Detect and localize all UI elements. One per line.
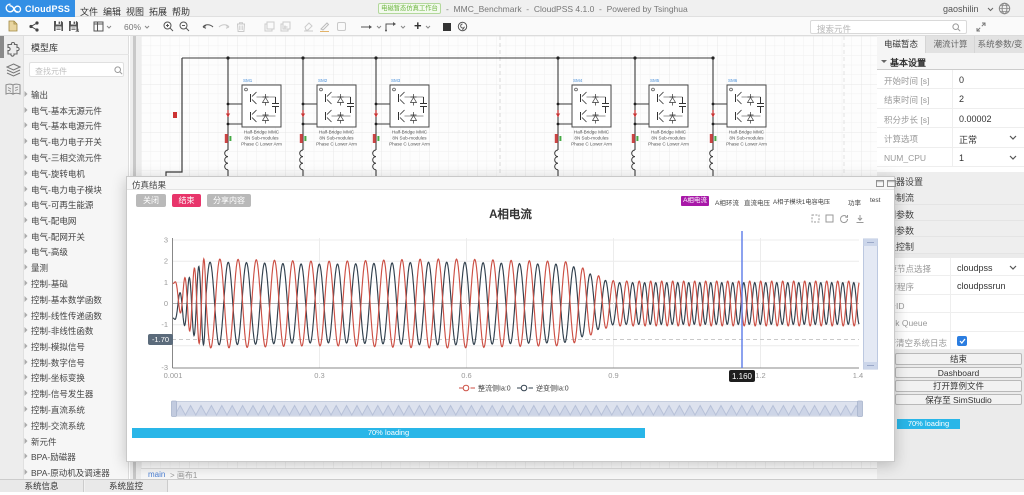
svg-text:Phase C Lower Arm: Phase C Lower Arm	[241, 142, 282, 147]
svg-text:Phase C Lower Arm: Phase C Lower Arm	[726, 142, 767, 147]
svg-text:SM6: SM6	[728, 78, 738, 83]
svg-text:8N Sub-modules: 8N Sub-modules	[574, 136, 609, 141]
svg-text:8N Sub-modules: 8N Sub-modules	[651, 136, 686, 141]
svg-text:1.2: 1.2	[755, 371, 765, 380]
svg-text:SM5: SM5	[650, 78, 660, 83]
svg-text:Phase C Lower Arm: Phase C Lower Arm	[648, 142, 689, 147]
svg-text:逆变侧Ia:0: 逆变侧Ia:0	[536, 384, 569, 393]
svg-text:8N Sub-modules: 8N Sub-modules	[392, 136, 427, 141]
svg-text:2: 2	[164, 257, 168, 266]
svg-text:整流侧Ia:0: 整流侧Ia:0	[478, 384, 511, 393]
svg-text:SM2: SM2	[318, 78, 328, 83]
svg-text:0: 0	[164, 299, 168, 308]
svg-text:8N Sub-modules: 8N Sub-modules	[729, 136, 764, 141]
svg-text:Half-Bridge MMC: Half-Bridge MMC	[651, 130, 687, 135]
svg-text:-1.70: -1.70	[152, 335, 169, 344]
svg-text:8N Sub-modules: 8N Sub-modules	[244, 136, 279, 141]
svg-text:Half-Bridge MMC: Half-Bridge MMC	[574, 130, 610, 135]
svg-text:Phase C Lower Arm: Phase C Lower Arm	[316, 142, 357, 147]
svg-text:0.9: 0.9	[608, 371, 618, 380]
svg-text:Half-Bridge MMC: Half-Bridge MMC	[319, 130, 355, 135]
svg-text:1.160: 1.160	[732, 372, 753, 381]
svg-text:SM4: SM4	[573, 78, 583, 83]
svg-text:0.3: 0.3	[314, 371, 324, 380]
svg-text:SM3: SM3	[391, 78, 401, 83]
svg-text:0.6: 0.6	[461, 371, 471, 380]
svg-text:8N Sub-modules: 8N Sub-modules	[319, 136, 354, 141]
svg-text:-1: -1	[161, 320, 168, 329]
svg-text:1: 1	[164, 278, 168, 287]
svg-text:Half-Bridge MMC: Half-Bridge MMC	[244, 130, 280, 135]
svg-text:Half-Bridge MMC: Half-Bridge MMC	[729, 130, 765, 135]
svg-text:SM1: SM1	[243, 78, 253, 83]
svg-text:1.4: 1.4	[853, 371, 863, 380]
svg-text:Phase C Lower Arm: Phase C Lower Arm	[571, 142, 612, 147]
svg-text:Phase C Lower Arm: Phase C Lower Arm	[389, 142, 430, 147]
svg-text:Half-Bridge MMC: Half-Bridge MMC	[392, 130, 428, 135]
svg-text:3: 3	[164, 236, 168, 245]
svg-text:0.001: 0.001	[164, 371, 183, 380]
